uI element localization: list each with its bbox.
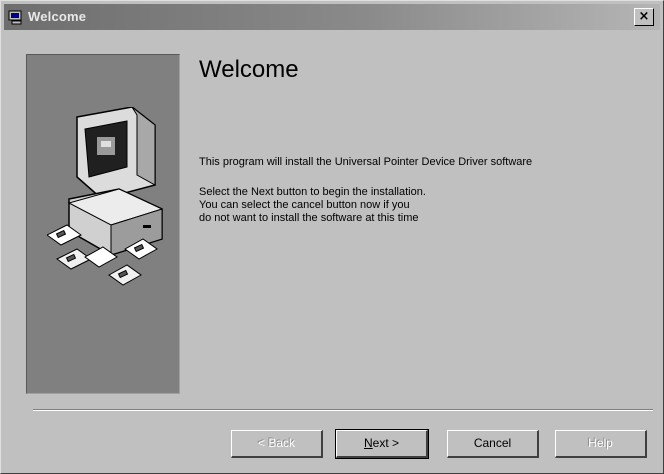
back-button-label: < Back [257, 436, 296, 450]
close-icon: × [638, 9, 650, 24]
next-button-accelerator: N [363, 436, 373, 450]
title-bar[interactable]: Welcome × [4, 4, 660, 30]
back-button[interactable]: < Back [231, 430, 323, 458]
button-separator [33, 409, 653, 411]
setup-window-icon [8, 10, 22, 25]
instruction-text-line: You can select the cancel button now if … [199, 199, 410, 211]
cancel-button[interactable]: Cancel [447, 430, 539, 458]
cancel-button-label: Cancel [473, 436, 512, 450]
installer-window: Welcome × Welcome This program will inst… [0, 0, 664, 474]
instruction-text-line: Select the Next button to begin the inst… [199, 186, 426, 198]
window-title: Welcome [28, 9, 87, 24]
computer-with-disks-illustration [47, 107, 164, 286]
next-button[interactable]: Next > [335, 429, 429, 459]
instruction-text-line: do not want to install the software at t… [199, 212, 419, 224]
help-button-label: Help [588, 436, 613, 450]
page-heading: Welcome [199, 56, 299, 83]
next-button-label: ext > [372, 436, 400, 450]
intro-text-line: This program will install the Universal … [199, 156, 533, 168]
side-image-panel [26, 54, 180, 394]
help-button[interactable]: Help [555, 430, 647, 458]
close-button[interactable]: × [634, 8, 654, 26]
